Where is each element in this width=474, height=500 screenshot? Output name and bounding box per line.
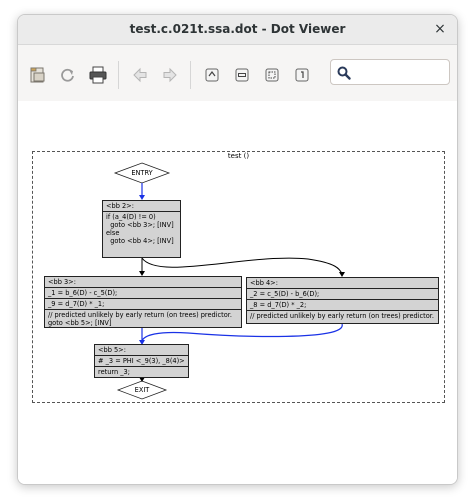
entry-label: ENTRY xyxy=(131,169,153,177)
bb2-header: <bb 2>: xyxy=(106,202,134,210)
bb3-line1: _1 = b_6(D) - c_5(D); xyxy=(45,287,241,298)
open-button[interactable] xyxy=(26,63,50,87)
toolbar xyxy=(18,45,457,101)
close-button[interactable]: × xyxy=(431,21,449,39)
bb3-line2: _9 = d_7(D) * _1; xyxy=(45,298,241,309)
print-button[interactable] xyxy=(86,63,110,87)
bb4-line1: _2 = c_5(D) - b_6(D); xyxy=(247,288,438,299)
search-icon xyxy=(337,66,351,80)
edge-bb2-bb4 xyxy=(141,257,343,275)
toolbar-separator xyxy=(190,61,191,89)
print-icon xyxy=(89,66,107,84)
bb3-line4: goto <bb 5>; [INV] xyxy=(48,319,112,327)
zoom-fit-icon xyxy=(265,68,279,82)
graph-canvas[interactable]: test () ENTRY EXIT <bb 2>: if (a_4(D) !=… xyxy=(18,101,457,484)
forward-icon xyxy=(163,67,177,83)
bb4-line2: _8 = d_7(D) * _2; xyxy=(247,299,438,310)
zoom-fit-button[interactable] xyxy=(260,63,284,87)
bb5-line2: return _3; xyxy=(95,366,188,377)
dot-viewer-window: test.c.021t.ssa.dot - Dot Viewer × test … xyxy=(17,14,458,485)
open-icon xyxy=(30,67,45,83)
search-field[interactable] xyxy=(330,59,450,85)
exit-label: EXIT xyxy=(134,386,150,394)
zoom-out-icon xyxy=(235,68,249,82)
zoom-100-button[interactable] xyxy=(290,63,314,87)
bb3-header: <bb 3>: xyxy=(48,278,76,286)
bb2-body: if (a_4(D) != 0) goto <bb 3>; [INV] else… xyxy=(103,211,180,246)
back-button[interactable] xyxy=(128,63,152,87)
window-title: test.c.021t.ssa.dot - Dot Viewer xyxy=(129,22,346,36)
bb3-line3: // predicted unlikely by early return (o… xyxy=(45,309,241,319)
zoom-in-button[interactable] xyxy=(200,63,224,87)
forward-button[interactable] xyxy=(158,63,182,87)
zoom-100-icon xyxy=(295,68,309,82)
basic-block-4: <bb 4>: _2 = c_5(D) - b_6(D); _8 = d_7(D… xyxy=(246,277,439,324)
title-bar[interactable]: test.c.021t.ssa.dot - Dot Viewer × xyxy=(18,15,457,45)
back-icon xyxy=(133,67,147,83)
toolbar-separator xyxy=(118,61,119,89)
zoom-in-icon xyxy=(205,68,219,82)
bb4-line3: // predicted unlikely by early return (o… xyxy=(247,310,438,321)
basic-block-3: <bb 3>: _1 = b_6(D) - c_5(D); _9 = d_7(D… xyxy=(44,276,242,328)
bb5-header: <bb 5>: xyxy=(98,346,126,354)
bb5-line1: # _3 = PHI <_9(3), _8(4)> xyxy=(95,355,188,366)
bb4-header: <bb 4>: xyxy=(250,279,278,287)
basic-block-5: <bb 5>: # _3 = PHI <_9(3), _8(4)> return… xyxy=(94,344,189,378)
reload-button[interactable] xyxy=(56,63,80,87)
zoom-out-button[interactable] xyxy=(230,63,254,87)
reload-icon xyxy=(61,68,74,82)
basic-block-2: <bb 2>: if (a_4(D) != 0) goto <bb 3>; [I… xyxy=(102,200,181,258)
